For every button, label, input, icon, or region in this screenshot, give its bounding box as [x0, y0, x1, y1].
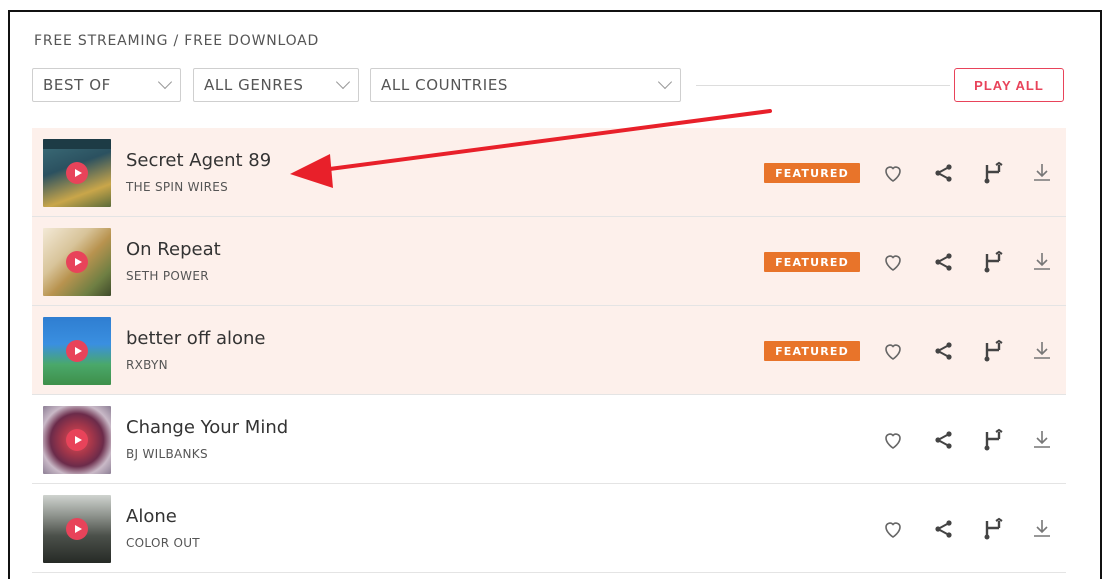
remix-icon[interactable]: [978, 514, 1008, 544]
heart-icon[interactable]: [878, 158, 908, 188]
track-artist[interactable]: RXBYN: [126, 358, 168, 372]
remix-icon[interactable]: [978, 158, 1008, 188]
section-heading: FREE STREAMING / FREE DOWNLOAD: [34, 33, 320, 49]
download-icon[interactable]: [1027, 425, 1057, 455]
track-row[interactable]: On Repeat SETH POWER FEATURED: [32, 217, 1066, 306]
share-icon[interactable]: [929, 247, 959, 277]
genre-dropdown-label: ALL GENRES: [204, 76, 304, 94]
album-art-band: [43, 139, 111, 149]
track-title[interactable]: Change Your Mind: [126, 417, 288, 438]
heart-icon[interactable]: [878, 514, 908, 544]
heart-icon[interactable]: [878, 336, 908, 366]
track-list: Secret Agent 89 THE SPIN WIRES FEATURED …: [32, 128, 1066, 573]
track-title[interactable]: Secret Agent 89: [126, 150, 271, 171]
track-artist[interactable]: SETH POWER: [126, 269, 209, 283]
chevron-down-icon: [335, 74, 351, 90]
remix-icon[interactable]: [978, 247, 1008, 277]
featured-badge: FEATURED: [764, 163, 860, 183]
track-title[interactable]: On Repeat: [126, 239, 221, 260]
download-icon[interactable]: [1027, 514, 1057, 544]
share-icon[interactable]: [929, 514, 959, 544]
track-actions: [876, 336, 1066, 366]
filter-bar: BEST OF ALL GENRES ALL COUNTRIES PLAY AL…: [32, 68, 1066, 102]
featured-badge: FEATURED: [764, 252, 860, 272]
genre-dropdown[interactable]: ALL GENRES: [193, 68, 359, 102]
track-title[interactable]: better off alone: [126, 328, 265, 349]
sort-dropdown[interactable]: BEST OF: [32, 68, 181, 102]
play-icon[interactable]: [66, 340, 88, 362]
track-row[interactable]: Alone COLOR OUT: [32, 484, 1066, 573]
share-icon[interactable]: [929, 336, 959, 366]
share-icon[interactable]: [929, 425, 959, 455]
heart-icon[interactable]: [878, 425, 908, 455]
remix-icon[interactable]: [978, 336, 1008, 366]
download-icon[interactable]: [1027, 158, 1057, 188]
play-icon[interactable]: [66, 251, 88, 273]
album-art[interactable]: [43, 317, 111, 385]
album-art[interactable]: [43, 406, 111, 474]
divider: [696, 85, 950, 86]
download-icon[interactable]: [1027, 247, 1057, 277]
play-icon[interactable]: [66, 518, 88, 540]
track-actions: [876, 514, 1066, 544]
chevron-down-icon: [657, 74, 673, 90]
share-icon[interactable]: [929, 158, 959, 188]
track-artist[interactable]: COLOR OUT: [126, 536, 200, 550]
country-dropdown[interactable]: ALL COUNTRIES: [370, 68, 681, 102]
album-art[interactable]: [43, 228, 111, 296]
play-all-button[interactable]: PLAY ALL: [954, 68, 1064, 102]
track-actions: [876, 158, 1066, 188]
album-art[interactable]: [43, 495, 111, 563]
track-row[interactable]: Change Your Mind BJ WILBANKS: [32, 395, 1066, 484]
play-icon[interactable]: [66, 429, 88, 451]
download-icon[interactable]: [1027, 336, 1057, 366]
track-title[interactable]: Alone: [126, 506, 177, 527]
chevron-down-icon: [157, 74, 173, 90]
play-icon[interactable]: [66, 162, 88, 184]
track-actions: [876, 247, 1066, 277]
featured-badge: FEATURED: [764, 341, 860, 361]
track-artist[interactable]: BJ WILBANKS: [126, 447, 208, 461]
sort-dropdown-label: BEST OF: [43, 76, 111, 94]
country-dropdown-label: ALL COUNTRIES: [381, 76, 509, 94]
album-art[interactable]: [43, 139, 111, 207]
remix-icon[interactable]: [978, 425, 1008, 455]
track-row[interactable]: better off alone RXBYN FEATURED: [32, 306, 1066, 395]
track-row[interactable]: Secret Agent 89 THE SPIN WIRES FEATURED: [32, 128, 1066, 217]
track-actions: [876, 425, 1066, 455]
heart-icon[interactable]: [878, 247, 908, 277]
track-artist[interactable]: THE SPIN WIRES: [126, 180, 228, 194]
